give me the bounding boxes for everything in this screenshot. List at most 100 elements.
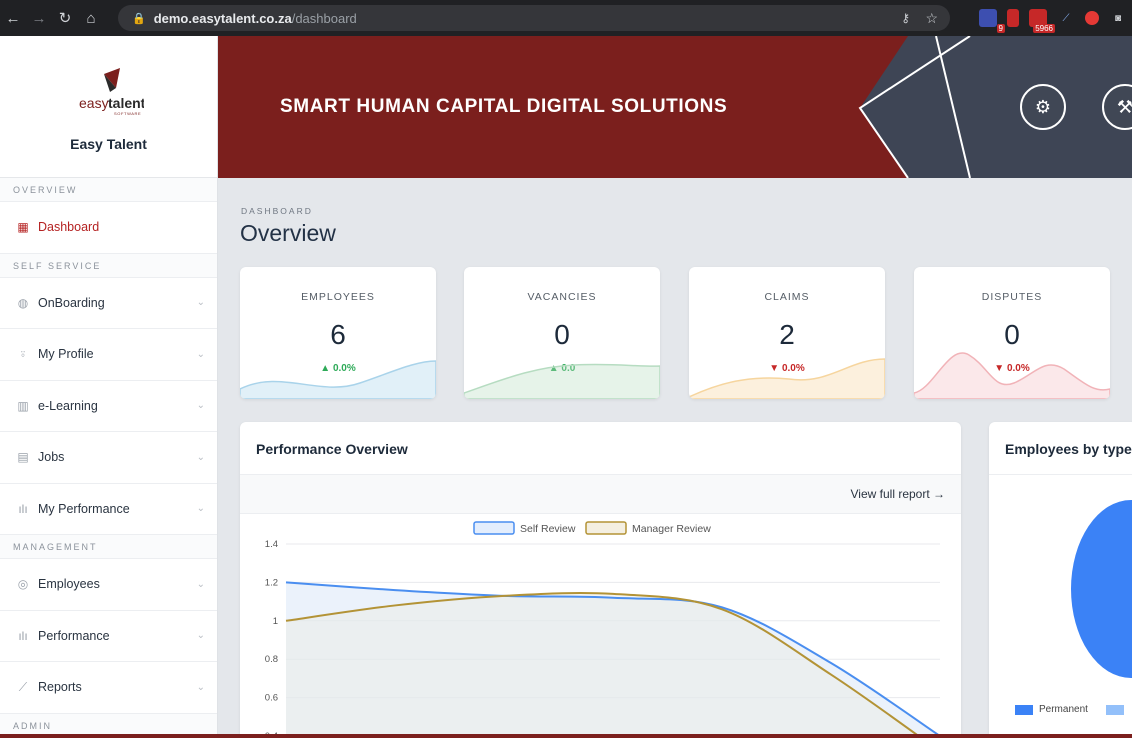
- extension-badge: 9: [996, 24, 1005, 33]
- dashboard-icon: ▦: [17, 220, 29, 235]
- chevron-down-icon: ⌄: [196, 503, 205, 515]
- mail-extension-icon[interactable]: 5966: [1029, 9, 1055, 33]
- sidebar-item-my-profile[interactable]: ⍤ My Profile ⌄: [0, 329, 217, 381]
- address-bar[interactable]: 🔒 demo.easytalent.co.za/dashboard ⚷ ☆: [118, 5, 950, 31]
- chart-legend: Self Review Manager Review: [473, 521, 711, 535]
- sidebar-item-dashboard[interactable]: ▦ Dashboard: [0, 202, 217, 254]
- reload-icon[interactable]: ↻: [52, 0, 78, 36]
- stat-sparkline: [914, 352, 1110, 399]
- stat-value: 0: [1004, 319, 1020, 350]
- stat-value: 2: [779, 319, 795, 350]
- extension-icon[interactable]: [1007, 9, 1019, 27]
- stat-label: VACANCIES: [527, 291, 597, 303]
- elearning-icon: ▥: [17, 398, 29, 413]
- chevron-down-icon: ⌄: [196, 348, 205, 360]
- sidebar-item-jobs[interactable]: ▤ Jobs ⌄: [0, 432, 217, 484]
- stat-label: EMPLOYEES: [301, 291, 375, 303]
- sidebar: easy talent SOFTWARE Easy Talent OVERVIE…: [0, 36, 218, 738]
- section-label-overview: OVERVIEW: [0, 178, 217, 202]
- card-title: Employees by type: [1005, 441, 1132, 457]
- bar-chart-icon: ılı: [18, 501, 28, 516]
- section-label-self-service: SELF SERVICE: [0, 253, 217, 278]
- series-area: [286, 592, 922, 738]
- legend-label: Self Review: [520, 523, 576, 535]
- legend-label: Permanent: [1039, 704, 1088, 715]
- chevron-down-icon: ⌄: [196, 681, 205, 693]
- stat-sparkline: [464, 363, 660, 399]
- sidebar-item-reports[interactable]: ⟋ Reports ⌄: [0, 662, 217, 714]
- sidebar-item-employees[interactable]: ◎ Employees ⌄: [0, 559, 217, 611]
- banner-title: SMART HUMAN CAPITAL DIGITAL SOLUTIONS: [280, 96, 728, 117]
- stat-card-vacancies[interactable]: VACANCIES 0 ▲ 0.0: [464, 267, 660, 399]
- chart-series: [285, 581, 941, 738]
- stat-label: CLAIMS: [764, 291, 810, 303]
- stat-card-claims[interactable]: CLAIMS 2 ▼ 0.0%: [689, 267, 885, 399]
- easytalent-logo[interactable]: easy talent SOFTWARE: [74, 66, 145, 118]
- y-tick-label: 0.8: [265, 654, 278, 665]
- url-path: /dashboard: [291, 10, 357, 26]
- chevron-down-icon: ⌄: [196, 630, 205, 642]
- sidebar-item-label: My Profile: [38, 347, 94, 362]
- card-divider: [989, 474, 1132, 475]
- pie-slice-permanent[interactable]: [1071, 500, 1132, 678]
- performance-overview-card: Performance Overview View full report → …: [240, 422, 961, 738]
- view-full-report-link[interactable]: View full report →: [851, 487, 945, 501]
- sidebar-item-elearning[interactable]: ▥ e-Learning ⌄: [0, 381, 217, 432]
- pen-extension-icon[interactable]: ⟋: [1057, 9, 1075, 27]
- y-tick-label: 1.4: [265, 539, 278, 550]
- legend-swatch: [473, 521, 515, 535]
- y-tick-label: 1: [273, 616, 278, 627]
- forward-icon[interactable]: →: [26, 0, 52, 36]
- chevron-down-icon: ⌄: [196, 451, 205, 463]
- logo-text-talent: talent: [108, 95, 144, 111]
- y-tick-label: 0.6: [265, 693, 278, 704]
- sidebar-item-performance[interactable]: ılı Performance ⌄: [0, 611, 217, 662]
- bar-chart-icon: ılı: [18, 628, 28, 643]
- onboarding-icon: ◍: [17, 295, 29, 310]
- performance-line-chart: Self ReviewManager Review 1.41.210.80.60…: [265, 521, 941, 738]
- stat-card-disputes[interactable]: DISPUTES 0 ▼ 0.0%: [914, 267, 1110, 399]
- stat-card-employees[interactable]: EMPLOYEES 6 ▲ 0.0%: [240, 267, 436, 399]
- brand-name: Easy Talent: [70, 136, 147, 152]
- user-icon: ⍤: [19, 346, 27, 361]
- url-host: demo.easytalent.co.za: [153, 10, 292, 26]
- bottom-strip: [0, 734, 1132, 738]
- chevron-down-icon: ⌄: [196, 578, 205, 590]
- sidebar-item-onboarding[interactable]: ◍ OnBoarding ⌄: [0, 278, 217, 329]
- logo-text-software: SOFTWARE: [114, 111, 141, 116]
- logo-text-easy: easy: [79, 95, 109, 111]
- sidebar-item-my-performance[interactable]: ılı My Performance ⌄: [0, 484, 217, 535]
- y-tick-label: 1.2: [265, 577, 278, 588]
- extension-icon[interactable]: 9: [979, 9, 1005, 33]
- legend-label: Manager Review: [632, 523, 711, 535]
- bookmark-star-icon[interactable]: ☆: [925, 10, 938, 27]
- camera-extension-icon[interactable]: ◙: [1109, 9, 1127, 27]
- browser-toolbar: ← → ↻ ⌂ 🔒 demo.easytalent.co.za/dashboar…: [0, 0, 1132, 36]
- sidebar-item-label: Reports: [38, 680, 82, 695]
- stat-sparkline: [689, 358, 885, 399]
- legend-swatch: [1015, 704, 1033, 715]
- chevron-down-icon: ⌄: [196, 400, 205, 412]
- main-content: DASHBOARD Overview EMPLOYEES 6 ▲ 0.0% VA…: [218, 178, 1132, 738]
- sidebar-item-label: Dashboard: [38, 220, 100, 235]
- sidebar-item-label: My Performance: [38, 501, 130, 516]
- back-icon[interactable]: ←: [0, 0, 26, 36]
- page-title: Overview: [240, 220, 336, 246]
- extension-icon[interactable]: [1085, 11, 1099, 25]
- stat-value: 6: [330, 319, 346, 350]
- sidebar-item-label: Performance: [38, 628, 110, 643]
- pie-legend: Permanent: [1015, 704, 1130, 715]
- mail-extension-badge: 5966: [1033, 24, 1055, 33]
- key-icon[interactable]: ⚷: [901, 11, 910, 25]
- lock-icon: 🔒: [132, 12, 146, 25]
- sidebar-item-label: OnBoarding: [38, 295, 105, 310]
- card-title: Performance Overview: [256, 441, 408, 457]
- settings-badge-icon[interactable]: ⚙: [1020, 84, 1066, 130]
- header-banner: SMART HUMAN CAPITAL DIGITAL SOLUTIONS ⚙ …: [218, 36, 1132, 178]
- legend-swatch: [585, 521, 627, 535]
- home-icon[interactable]: ⌂: [78, 0, 104, 36]
- card-subheader: View full report →: [240, 474, 961, 514]
- sidebar-item-label: Employees: [38, 577, 100, 592]
- jobs-icon: ▤: [17, 450, 29, 465]
- stat-label: DISPUTES: [981, 291, 1043, 303]
